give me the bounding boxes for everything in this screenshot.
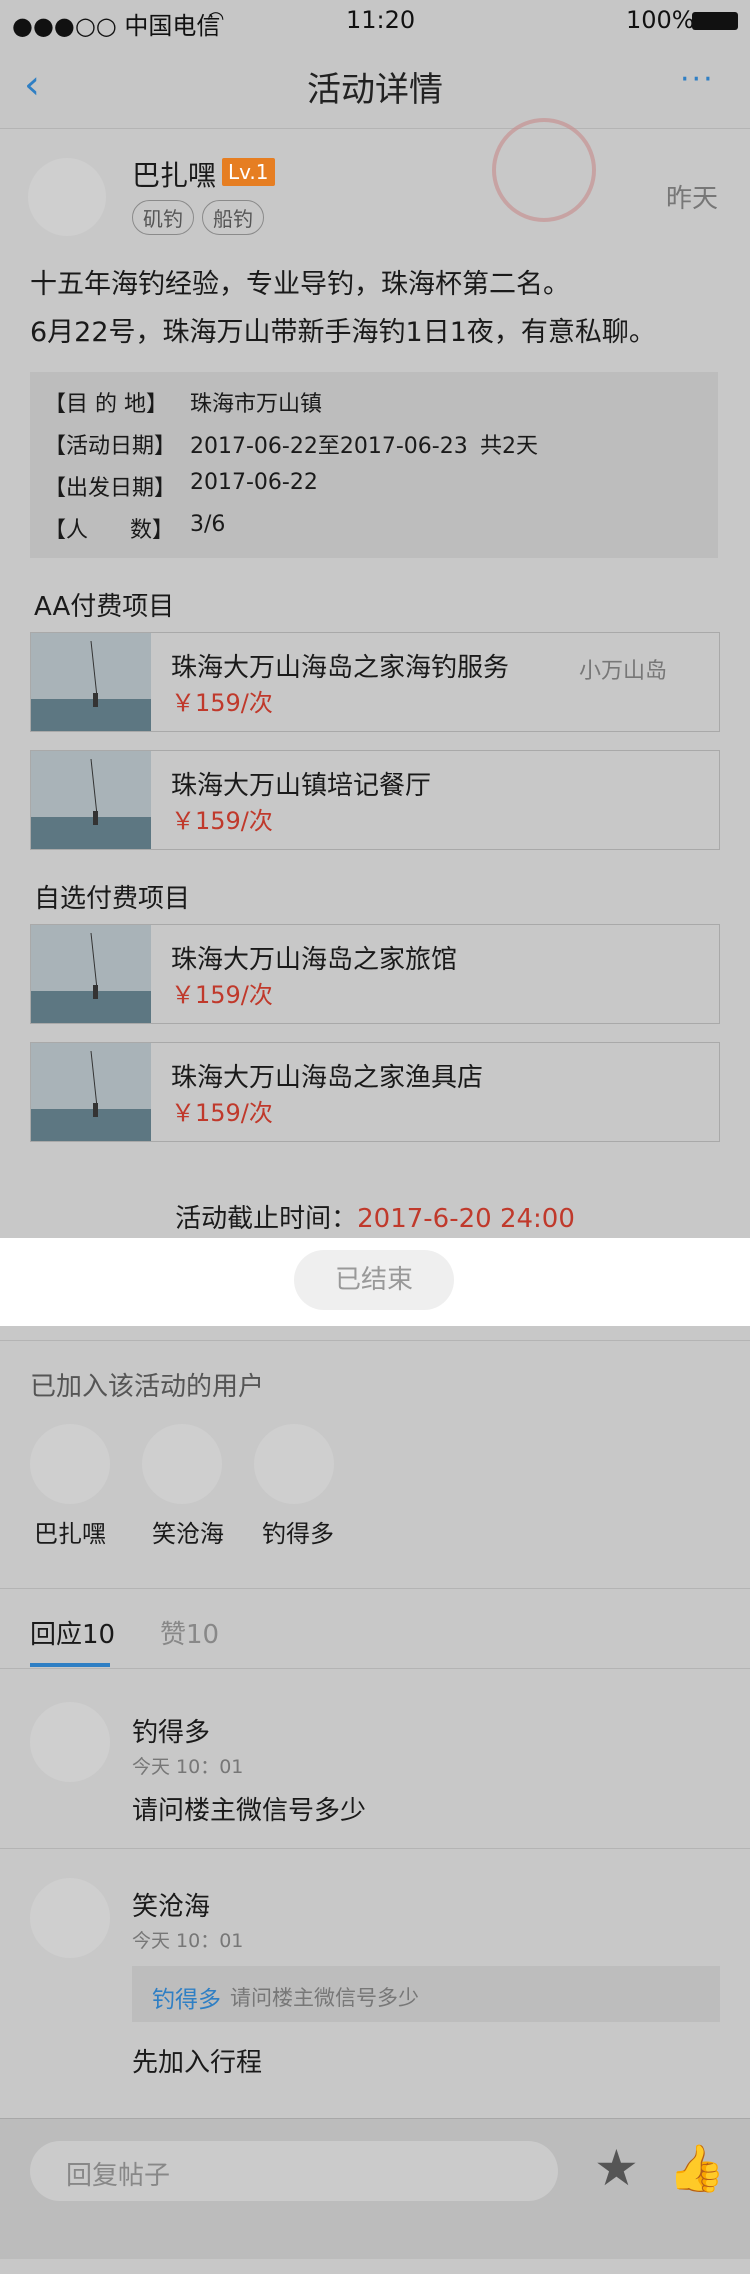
divider bbox=[0, 1588, 750, 1589]
aa-item-price: ￥159/次 bbox=[171, 689, 273, 717]
avatar[interactable] bbox=[254, 1424, 334, 1504]
tag-rock-fishing: 矶钓 bbox=[132, 200, 194, 235]
aa-item-title: 珠海大万山海岛之家海钓服务 bbox=[171, 653, 510, 683]
post-content-line2: 6月22号，珠海万山带新手海钓1日1夜，有意私聊。 bbox=[30, 317, 656, 348]
optional-item-title: 珠海大万山海岛之家渔具店 bbox=[171, 1063, 484, 1093]
wifi-icon: ◠ bbox=[207, 6, 225, 30]
tab-likes[interactable]: 赞10 bbox=[160, 1614, 219, 1651]
activity-date-label: 【活动日期】 bbox=[44, 434, 177, 459]
avatar[interactable] bbox=[28, 158, 106, 236]
optional-item-price: ￥159/次 bbox=[171, 981, 273, 1009]
post-content-line1: 十五年海钓经验，专业导钓，珠海杯第二名。 bbox=[30, 269, 570, 300]
comment-author[interactable]: 笑沧海 bbox=[132, 1886, 210, 1923]
tab-replies[interactable]: 回应10 bbox=[30, 1614, 115, 1651]
deadline-value: 2017-6-20 24:00 bbox=[357, 1204, 575, 1234]
joined-user-name: 笑沧海 bbox=[152, 1520, 224, 1548]
aa-item-title: 珠海大万山镇培记餐厅 bbox=[171, 771, 432, 801]
battery-percent: 100% bbox=[626, 6, 695, 34]
clock: 11:20 bbox=[346, 6, 416, 34]
status-bar: ●●●○○ 中国电信 ◠ 11:20 100% bbox=[0, 0, 750, 40]
deadline-row: 活动截止时间：2017-6-20 24:00 bbox=[0, 1198, 750, 1235]
optional-item-card[interactable]: 珠海大万山海岛之家旅馆 ￥159/次 bbox=[30, 924, 720, 1024]
sea-fishing-thumbnail bbox=[31, 633, 151, 731]
divider bbox=[0, 1848, 750, 1849]
reply-bar: 回复帖子 ★ 👍 bbox=[0, 2118, 750, 2259]
avatar[interactable] bbox=[30, 1424, 110, 1504]
optional-item-card[interactable]: 珠海大万山海岛之家渔具店 ￥159/次 bbox=[30, 1042, 720, 1142]
aa-section-title: AA付费项目 bbox=[34, 592, 175, 622]
more-icon[interactable]: ··· bbox=[680, 62, 715, 97]
depart-date-value: 2017-06-22 bbox=[190, 470, 318, 495]
divider bbox=[0, 1668, 750, 1669]
divider bbox=[0, 1340, 750, 1341]
avatar[interactable] bbox=[142, 1424, 222, 1504]
battery-icon bbox=[692, 12, 738, 30]
people-label: 【人 数】 bbox=[44, 518, 174, 543]
sea-fishing-thumbnail bbox=[31, 925, 151, 1023]
tag-list: 矶钓 船钓 bbox=[132, 200, 272, 235]
thumbs-up-icon[interactable]: 👍 bbox=[668, 2141, 725, 2196]
optional-section-title: 自选付费项目 bbox=[34, 884, 191, 914]
activity-date-value: 2017-06-22至2017-06-23 bbox=[190, 434, 468, 459]
nav-bar: ‹ 活动详情 ··· bbox=[0, 40, 750, 129]
active-tab-indicator bbox=[30, 1663, 110, 1667]
post-username[interactable]: 巴扎嘿 bbox=[132, 154, 216, 194]
destination-value: 珠海市万山镇 bbox=[190, 392, 323, 417]
joined-user-name: 钓得多 bbox=[262, 1520, 334, 1548]
optional-item-title: 珠海大万山海岛之家旅馆 bbox=[171, 945, 458, 975]
quoted-reply: 钓得多 请问楼主微信号多少 bbox=[132, 1966, 720, 2022]
comment-text: 先加入行程 bbox=[132, 2048, 263, 2078]
reply-placeholder: 回复帖子 bbox=[66, 2161, 171, 2191]
comment-time: 今天 10：01 bbox=[132, 1756, 244, 1778]
destination-label: 【目 的 地】 bbox=[44, 392, 168, 417]
joined-user-name: 巴扎嘿 bbox=[34, 1520, 106, 1548]
people-value: 3/6 bbox=[190, 512, 226, 537]
sea-fishing-thumbnail bbox=[31, 1043, 151, 1141]
page-title: 活动详情 bbox=[307, 70, 443, 110]
level-badge: Lv.1 bbox=[222, 158, 275, 186]
optional-item-price: ￥159/次 bbox=[171, 1099, 273, 1127]
quoted-author[interactable]: 钓得多 bbox=[152, 1980, 221, 2014]
reply-input[interactable]: 回复帖子 bbox=[30, 2141, 558, 2201]
depart-date-label: 【出发日期】 bbox=[44, 476, 177, 501]
star-icon[interactable]: ★ bbox=[594, 2139, 639, 2197]
quoted-text: 请问楼主微信号多少 bbox=[230, 1986, 419, 2010]
aa-item-price: ￥159/次 bbox=[171, 807, 273, 835]
deadline-label: 活动截止时间： bbox=[175, 1204, 358, 1234]
activity-days: 共2天 bbox=[480, 434, 538, 459]
activity-info-box: 【目 的 地】 珠海市万山镇 【活动日期】 2017-06-22至2017-06… bbox=[30, 372, 718, 558]
carrier-label: ●●●○○ 中国电信 bbox=[12, 12, 221, 40]
avatar[interactable] bbox=[30, 1878, 110, 1958]
aa-item-location: 小万山岛 bbox=[579, 659, 668, 684]
aa-item-card[interactable]: 珠海大万山海岛之家海钓服务 小万山岛 ￥159/次 bbox=[30, 632, 720, 732]
ended-button[interactable]: 已结束 bbox=[294, 1250, 454, 1310]
tag-boat-fishing: 船钓 bbox=[202, 200, 264, 235]
comment-time: 今天 10：01 bbox=[132, 1930, 244, 1952]
aa-item-card[interactable]: 珠海大万山镇培记餐厅 ￥159/次 bbox=[30, 750, 720, 850]
comment-text: 请问楼主微信号多少 bbox=[132, 1796, 367, 1826]
post-time: 昨天 bbox=[666, 184, 719, 214]
seal-stamp bbox=[492, 118, 596, 222]
sea-fishing-thumbnail bbox=[31, 751, 151, 849]
comment-author[interactable]: 钓得多 bbox=[132, 1712, 210, 1749]
ended-strip: 已结束 bbox=[0, 1238, 750, 1326]
avatar[interactable] bbox=[30, 1702, 110, 1782]
joined-users-title: 已加入该活动的用户 bbox=[30, 1372, 265, 1402]
